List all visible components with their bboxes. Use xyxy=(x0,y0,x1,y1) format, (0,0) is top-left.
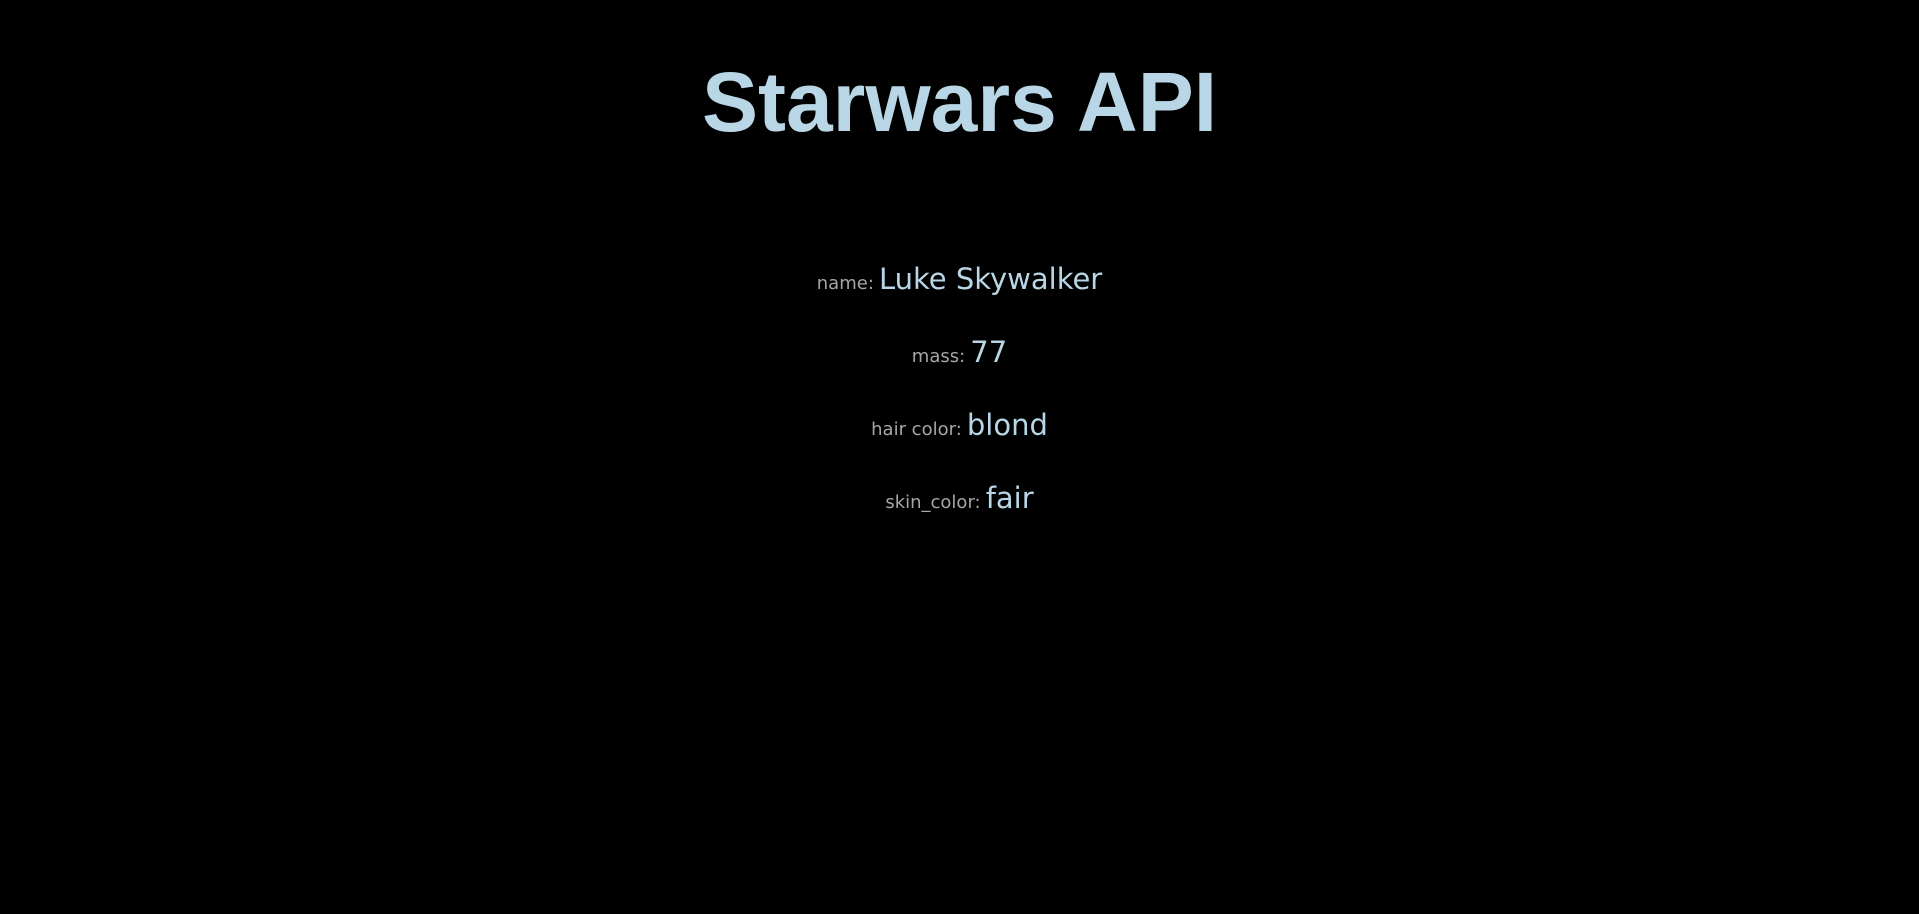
field-label: mass: xyxy=(911,346,966,367)
field-skin-color: skin_color: fair xyxy=(0,481,1919,554)
page-title: Starwars API xyxy=(701,55,1218,149)
character-details: name: Luke Skywalker mass: 77 hair color… xyxy=(0,262,1919,554)
field-mass: mass: 77 xyxy=(0,335,1919,408)
field-value: fair xyxy=(985,481,1034,515)
field-value: blond xyxy=(966,408,1048,442)
field-label: name: xyxy=(816,273,874,294)
page: Starwars API name: Luke Skywalker mass: … xyxy=(0,0,1919,914)
field-hair-color: hair color: blond xyxy=(0,408,1919,481)
field-value: 77 xyxy=(970,335,1008,369)
field-name: name: Luke Skywalker xyxy=(0,262,1919,335)
field-label: skin_color: xyxy=(885,492,981,513)
field-label: hair color: xyxy=(871,419,962,440)
field-value: Luke Skywalker xyxy=(878,262,1103,296)
